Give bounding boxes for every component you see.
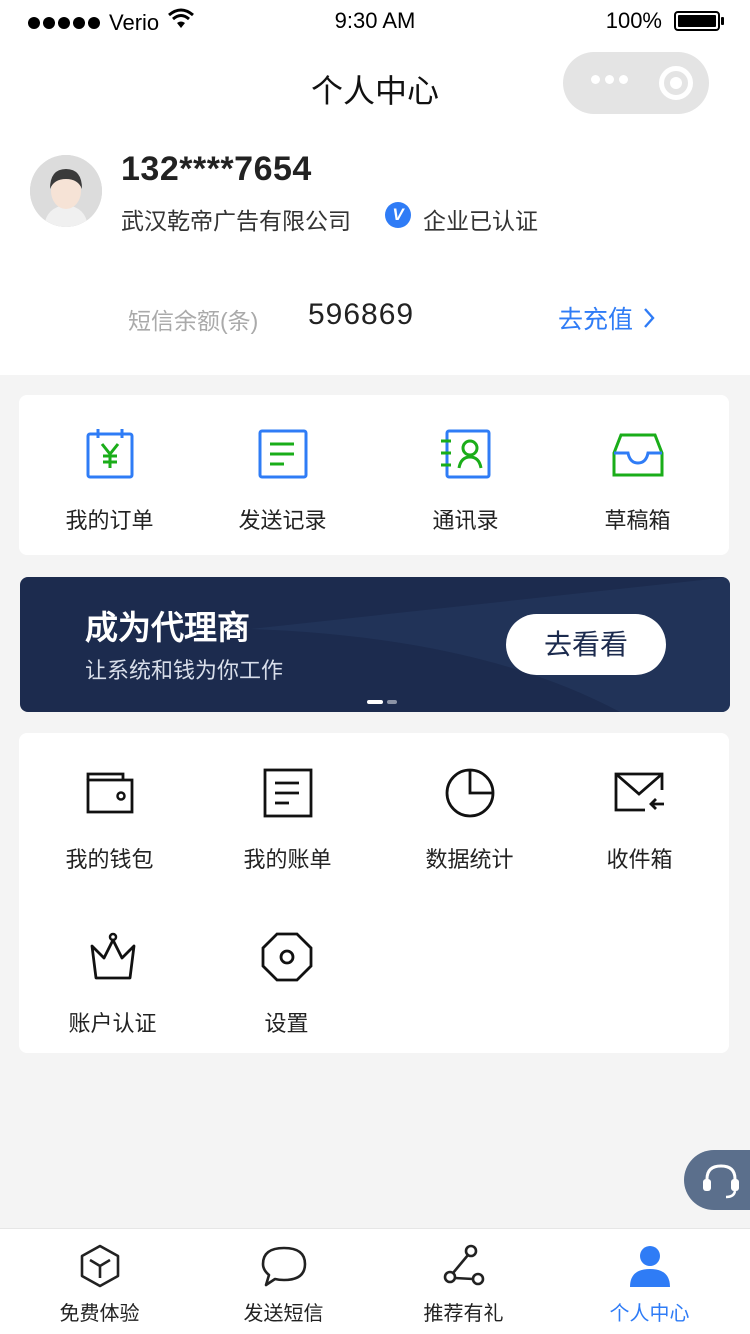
tab-free-trial[interactable]: 免费体验 — [6, 1229, 193, 1334]
share-icon — [443, 1244, 484, 1286]
service-item-label: 我的账单 — [243, 847, 332, 872]
cube-icon — [80, 1244, 119, 1288]
tab-personal-center[interactable]: 个人中心 — [556, 1229, 743, 1334]
order-icon — [86, 429, 133, 479]
company-name: 武汉乾帝广告有限公司 — [121, 208, 351, 234]
menu-item-label: 发送记录 — [238, 508, 327, 533]
recharge-label: 去充值 — [558, 306, 634, 334]
status-bar: Verio 9:30 AM 100% — [0, 0, 750, 42]
mini-program-capsule — [563, 52, 709, 114]
more-dots-icon[interactable] — [591, 75, 633, 84]
banner-subtitle: 让系统和钱为你工作 — [85, 658, 284, 683]
agent-banner[interactable]: 成为代理商 让系统和钱为你工作 去看看 — [20, 577, 730, 712]
service-item-inbox[interactable]: 收件箱 — [551, 766, 728, 874]
user-phone: 132****7654 — [121, 150, 312, 188]
menu-item-drafts[interactable]: 草稿箱 — [549, 427, 726, 535]
service-item-bill[interactable]: 我的账单 — [199, 766, 376, 874]
menu-item-orders[interactable]: 我的订单 — [21, 427, 198, 535]
inbox-icon — [614, 772, 664, 812]
tab-referral[interactable]: 推荐有礼 — [370, 1229, 557, 1334]
menu-item-label: 草稿箱 — [604, 508, 671, 533]
service-item-label: 账户认证 — [68, 1011, 157, 1036]
menu-item-label: 通讯录 — [432, 508, 499, 533]
tab-label: 推荐有礼 — [423, 1303, 504, 1325]
banner-title: 成为代理商 — [85, 609, 250, 646]
tab-label: 发送短信 — [243, 1303, 324, 1325]
tab-label: 个人中心 — [609, 1303, 690, 1325]
settings-icon — [261, 932, 312, 982]
pie-chart-icon — [445, 768, 494, 818]
service-item-wallet[interactable]: 我的钱包 — [21, 766, 198, 874]
chat-bubble-icon — [261, 1246, 306, 1287]
service-item-label: 我的钱包 — [65, 847, 154, 872]
quick-menu-card: 我的订单 发送记录 通讯录 草稿箱 — [19, 395, 729, 555]
recharge-link[interactable]: 去充值 — [558, 300, 655, 336]
contacts-icon — [440, 429, 490, 479]
service-item-verification[interactable]: 账户认证 — [24, 930, 201, 1038]
avatar[interactable] — [30, 155, 102, 227]
menu-item-contacts[interactable]: 通讯录 — [377, 427, 554, 535]
carousel-indicator — [367, 700, 401, 704]
verified-status: 企业已认证 — [423, 208, 538, 234]
balance-value: 596869 — [308, 298, 415, 331]
profile-section: 132****7654 武汉乾帝广告有限公司 V 企业已认证 短信余额(条) 5… — [0, 132, 750, 375]
menu-item-send-records[interactable]: 发送记录 — [194, 427, 371, 535]
avatar-image — [30, 155, 102, 227]
wallet-icon — [86, 772, 133, 814]
battery-percentage: 100% — [605, 8, 662, 33]
tab-send-sms[interactable]: 发送短信 — [190, 1229, 377, 1334]
service-item-label: 设置 — [264, 1011, 309, 1036]
services-card: 我的钱包 我的账单 数据统计 收件箱 账户认证 设置 — [19, 733, 729, 1053]
verified-badge-icon: V — [385, 202, 411, 228]
service-item-settings[interactable]: 设置 — [198, 930, 375, 1038]
drafts-icon — [612, 433, 663, 477]
service-item-statistics[interactable]: 数据统计 — [381, 766, 558, 874]
crown-icon — [90, 932, 135, 980]
chevron-right-icon — [644, 308, 655, 328]
tab-bar: 免费体验 发送短信 推荐有礼 个人中心 — [0, 1228, 750, 1334]
battery-icon — [674, 11, 724, 31]
close-target-icon[interactable] — [659, 66, 693, 100]
menu-item-label: 我的订单 — [65, 508, 154, 533]
bill-icon — [263, 768, 312, 818]
tab-label: 免费体验 — [59, 1303, 140, 1325]
record-icon — [258, 429, 307, 479]
service-item-label: 数据统计 — [425, 847, 514, 872]
banner-go-button[interactable]: 去看看 — [506, 614, 666, 675]
customer-service-button[interactable] — [684, 1150, 750, 1210]
balance-label: 短信余额(条) — [128, 308, 259, 334]
service-item-label: 收件箱 — [606, 847, 673, 872]
headset-icon — [703, 1164, 739, 1199]
nav-bar: 个人中心 — [0, 42, 750, 132]
user-icon — [629, 1246, 670, 1287]
